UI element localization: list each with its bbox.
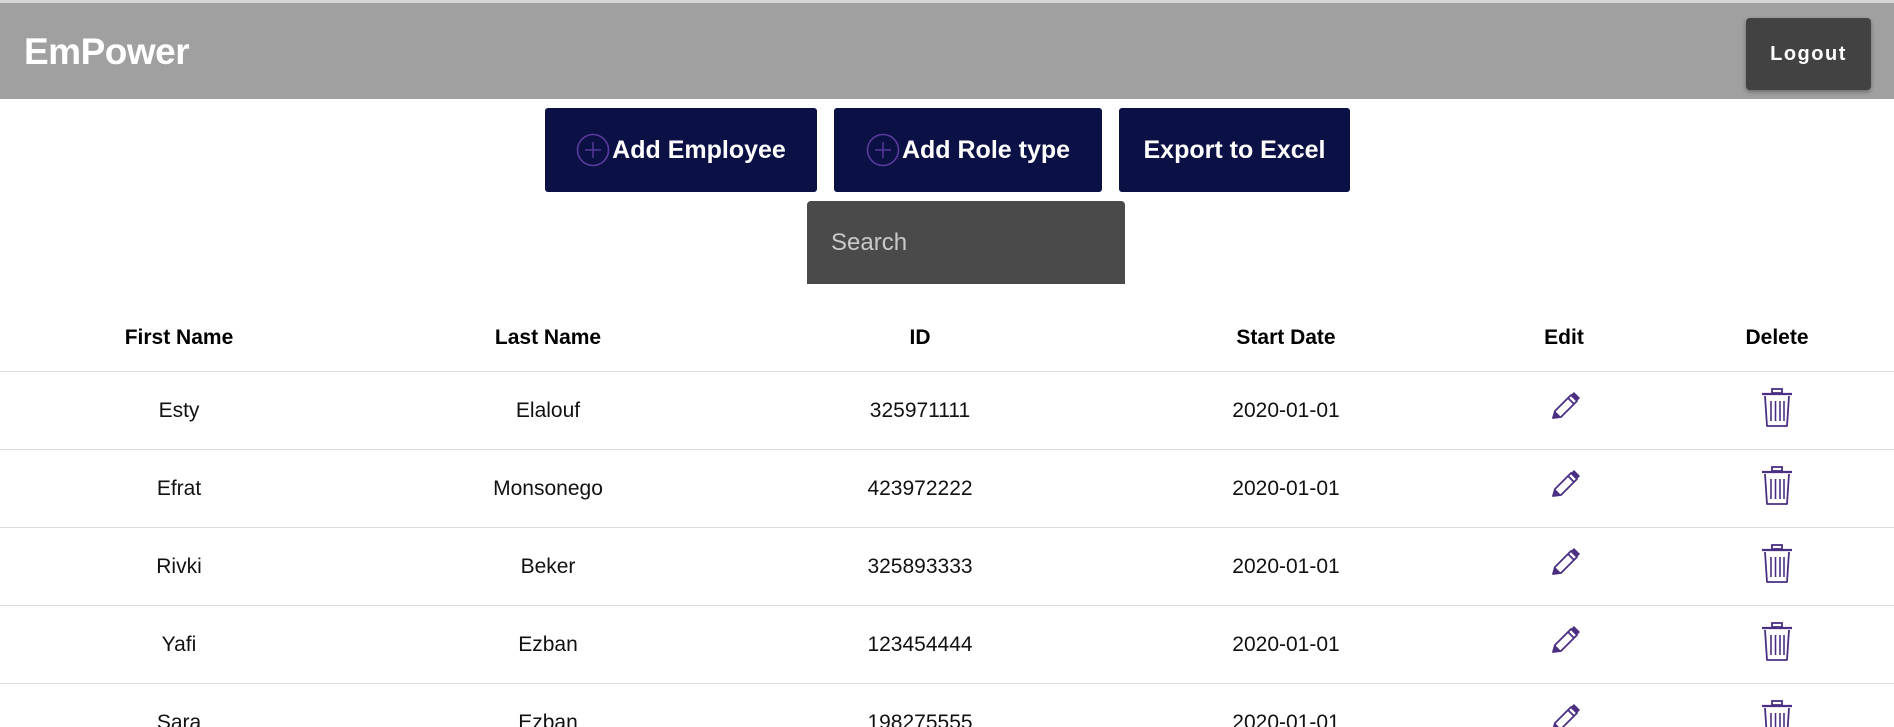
cell-last-name: Monsonego [493, 476, 603, 500]
add-employee-label: Add Employee [612, 135, 786, 164]
plus-circle-icon [576, 133, 610, 167]
cell-first-name: Sara [156, 710, 202, 727]
add-role-type-label: Add Role type [901, 135, 1071, 164]
cell-edit [1514, 372, 1614, 449]
table-row: Esty Elalouf 325971111 2020-01-01 [0, 372, 1894, 450]
trash-icon[interactable] [1755, 620, 1799, 664]
cell-delete [1727, 450, 1827, 527]
column-header-edit: Edit [1544, 325, 1584, 349]
trash-icon[interactable] [1755, 698, 1799, 727]
cell-last-name: Elalouf [515, 398, 581, 422]
trash-icon[interactable] [1755, 464, 1799, 508]
table-row: Sara Ezban 198275555 2020-01-01 [0, 684, 1894, 727]
column-header-first-name[interactable]: First Name [79, 310, 279, 371]
cell-first-name: Esty [158, 398, 200, 422]
cell-start-date: 2020-01-01 [1232, 554, 1340, 578]
column-header-delete: Delete [1745, 325, 1809, 349]
cell-last-name: Ezban [518, 632, 578, 656]
search-input[interactable] [807, 201, 1125, 284]
app-brand: EmPower [24, 31, 190, 72]
pencil-icon[interactable] [1542, 620, 1586, 664]
cell-delete [1727, 684, 1827, 727]
column-header-last-name[interactable]: Last Name [448, 310, 648, 371]
cell-start-date: 2020-01-01 [1232, 632, 1340, 656]
cell-id: 325893333 [867, 554, 973, 578]
top-app-bar: EmPower Logout [0, 0, 1894, 99]
column-header-start-date[interactable]: Start Date [1186, 310, 1386, 371]
cell-edit [1514, 450, 1614, 527]
add-employee-button[interactable]: Add Employee [545, 108, 817, 192]
cell-start-date: 2020-01-01 [1232, 710, 1340, 727]
cell-delete [1727, 528, 1827, 605]
cell-delete [1727, 606, 1827, 683]
table-row: Efrat Monsonego 423972222 2020-01-01 [0, 450, 1894, 528]
pencil-icon[interactable] [1542, 464, 1586, 508]
column-header-id[interactable]: ID [820, 310, 1020, 371]
table-body: Esty Elalouf 325971111 2020-01-01 Efrat Monso… [0, 372, 1894, 727]
pencil-icon[interactable] [1542, 386, 1586, 430]
cell-edit [1514, 684, 1614, 727]
pencil-icon[interactable] [1542, 542, 1586, 586]
cell-first-name: Rivki [156, 554, 202, 578]
search-field [807, 201, 1125, 284]
pencil-icon[interactable] [1542, 698, 1586, 727]
cell-last-name: Ezban [518, 710, 578, 727]
add-role-type-button[interactable]: Add Role type [834, 108, 1102, 192]
export-label: Export to Excel [1143, 135, 1326, 164]
cell-edit [1514, 606, 1614, 683]
table-row: Yafi Ezban 123454444 2020-01-01 [0, 606, 1894, 684]
cell-id: 325971111 [869, 398, 971, 422]
table-row: Rivki Beker 325893333 2020-01-01 [0, 528, 1894, 606]
table-header-row: First Name Last Name ID Start Date Edit … [0, 310, 1894, 372]
cell-last-name: Beker [520, 554, 576, 578]
cell-first-name: Efrat [156, 476, 202, 500]
cell-first-name: Yafi [161, 632, 197, 656]
cell-delete [1727, 372, 1827, 449]
cell-edit [1514, 528, 1614, 605]
logout-button[interactable]: Logout [1746, 18, 1871, 90]
app-root: EmPower Logout Add Employee Add Role typ… [0, 0, 1894, 727]
cell-start-date: 2020-01-01 [1232, 476, 1340, 500]
employee-table: First Name Last Name ID Start Date Edit … [0, 310, 1894, 727]
trash-icon[interactable] [1755, 542, 1799, 586]
cell-start-date: 2020-01-01 [1232, 398, 1340, 422]
export-to-excel-button[interactable]: Export to Excel [1119, 108, 1350, 192]
cell-id: 198275555 [867, 710, 973, 727]
cell-id: 423972222 [867, 476, 973, 500]
trash-icon[interactable] [1755, 386, 1799, 430]
cell-id: 123454444 [867, 632, 973, 656]
plus-circle-icon [866, 133, 900, 167]
